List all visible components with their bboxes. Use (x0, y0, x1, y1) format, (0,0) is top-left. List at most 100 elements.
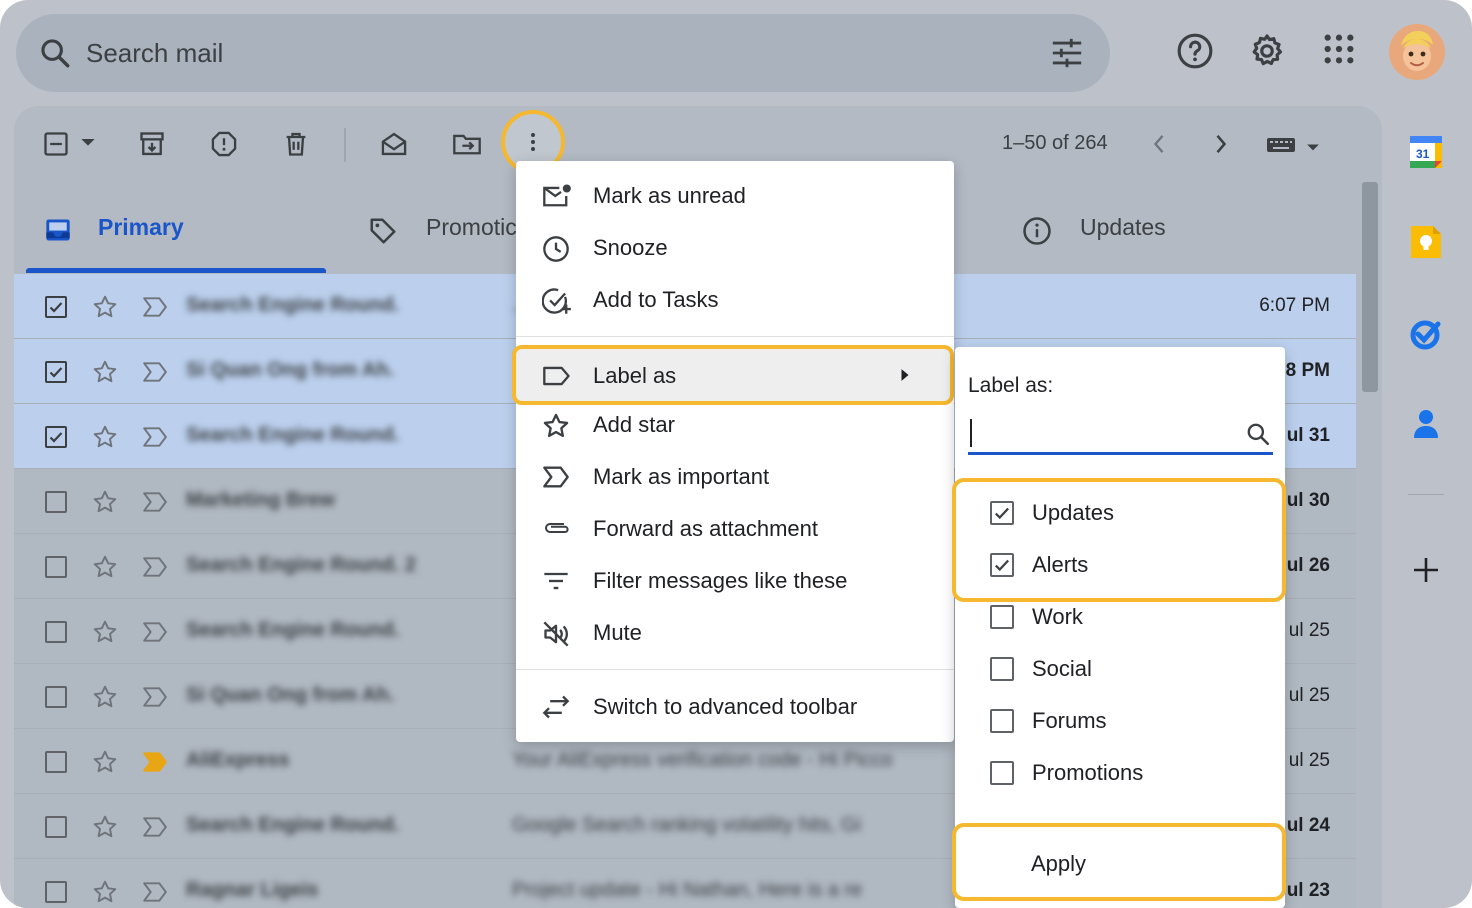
star-icon[interactable] (92, 359, 118, 390)
select-all-checkbox[interactable] (42, 130, 70, 163)
apply-button[interactable]: Apply (952, 823, 1286, 901)
search-icon[interactable] (1245, 421, 1271, 452)
row-checkbox[interactable] (45, 686, 67, 708)
email-date: ul 26 (1286, 555, 1330, 576)
input-tools-dropdown-icon[interactable] (1306, 140, 1320, 158)
move-to-icon[interactable] (452, 130, 482, 163)
label-checkbox[interactable] (990, 605, 1014, 629)
row-checkbox[interactable] (45, 361, 67, 383)
scrollbar-thumb[interactable] (1362, 182, 1378, 392)
important-marker-icon[interactable] (142, 361, 168, 388)
account-avatar[interactable] (1389, 24, 1445, 85)
tab-primary[interactable]: Primary (26, 190, 326, 274)
star-icon[interactable] (92, 294, 118, 325)
contacts-icon[interactable] (1408, 406, 1444, 447)
label-option-promotions[interactable]: Promotions (955, 747, 1285, 799)
tab-updates-label: Updates (1080, 214, 1166, 240)
email-date: 6:07 PM (1259, 295, 1330, 316)
menu-item-add-star[interactable]: Add star (516, 399, 954, 451)
row-checkbox[interactable] (45, 426, 67, 448)
filter-icon (542, 568, 570, 599)
search-bar[interactable]: Search mail (16, 14, 1110, 92)
mark-as-read-icon[interactable] (380, 130, 408, 163)
menu-item-label: Add to Tasks (593, 287, 719, 312)
row-checkbox[interactable] (45, 296, 67, 318)
menu-item-switch-to-advanced-toolbar[interactable]: Switch to advanced toolbar (516, 681, 954, 733)
important-marker-icon[interactable] (142, 686, 168, 713)
help-icon[interactable] (1176, 32, 1214, 75)
email-sender: Si Quan Ong from Ah. (186, 684, 395, 706)
add-icon[interactable] (1408, 552, 1444, 593)
tab-promotions[interactable]: Promotic (354, 190, 517, 274)
keep-icon[interactable] (1408, 224, 1444, 265)
search-icon[interactable] (38, 36, 72, 75)
important-marker-icon[interactable] (142, 881, 168, 908)
tab-updates[interactable]: Updates (1010, 190, 1230, 274)
star-icon[interactable] (92, 424, 118, 455)
email-sender: Ragnar Ligeis (186, 879, 319, 901)
label-search-field[interactable] (968, 413, 1273, 455)
row-checkbox[interactable] (45, 491, 67, 513)
email-snippet: Project update - Hi Nathan, Here is a re (512, 879, 863, 901)
apps-grid-icon[interactable] (1322, 32, 1356, 71)
email-sender: Search Engine Round. (186, 814, 400, 836)
menu-item-filter-messages[interactable]: Filter messages like these (516, 555, 954, 607)
row-checkbox[interactable] (45, 751, 67, 773)
important-marker-icon[interactable] (142, 816, 168, 843)
menu-item-mark-as-important[interactable]: Mark as important (516, 451, 954, 503)
mute-icon (542, 620, 570, 653)
important-marker-icon[interactable] (142, 621, 168, 648)
row-checkbox[interactable] (45, 881, 67, 903)
row-checkbox[interactable] (45, 556, 67, 578)
menu-item-snooze[interactable]: Snooze (516, 222, 954, 274)
label-checkbox[interactable] (990, 761, 1014, 785)
delete-trash-icon[interactable] (282, 130, 310, 163)
important-marker-icon[interactable] (142, 491, 168, 518)
label-option-forums[interactable]: Forums (955, 695, 1285, 747)
menu-item-mark-as-unread[interactable]: Mark as unread (516, 170, 954, 222)
label-option-updates[interactable]: Updates (955, 487, 1285, 539)
search-options-icon[interactable] (1050, 37, 1084, 74)
menu-item-label: Add star (593, 412, 675, 437)
star-icon[interactable] (92, 749, 118, 780)
menu-item-add-to-tasks[interactable]: Add to Tasks (516, 274, 954, 326)
important-marker-icon[interactable] (142, 751, 168, 778)
label-checkbox[interactable] (990, 657, 1014, 681)
star-icon[interactable] (92, 879, 118, 908)
menu-item-mute[interactable]: Mute (516, 607, 954, 659)
label-checkbox[interactable] (990, 553, 1014, 577)
label-option-alerts[interactable]: Alerts (955, 539, 1285, 591)
archive-icon[interactable] (138, 130, 166, 163)
label-option-work[interactable]: Work (955, 591, 1285, 643)
older-chevron-right-icon[interactable] (1210, 130, 1232, 163)
select-dropdown-icon[interactable] (80, 136, 96, 154)
calendar-icon[interactable]: 31 (1408, 134, 1444, 175)
label-search-input[interactable] (968, 413, 1218, 453)
label-checkbox[interactable] (990, 501, 1014, 525)
settings-gear-icon[interactable] (1248, 32, 1286, 75)
pagination-count: 1–50 of 264 (1002, 132, 1108, 154)
important-marker-icon[interactable] (142, 556, 168, 583)
star-icon[interactable] (92, 814, 118, 845)
star-icon[interactable] (92, 554, 118, 585)
important-marker-icon[interactable] (142, 426, 168, 453)
mark-unread-icon (542, 183, 572, 214)
star-icon[interactable] (92, 684, 118, 715)
label-checkbox[interactable] (990, 709, 1014, 733)
important-marker-icon[interactable] (142, 296, 168, 323)
search-input[interactable]: Search mail (86, 38, 223, 69)
tasks-icon[interactable] (1408, 316, 1444, 357)
swap-arrows-icon (542, 694, 570, 725)
report-spam-icon[interactable] (210, 130, 238, 163)
row-checkbox[interactable] (45, 816, 67, 838)
label-as-submenu: Label as: Updates Alerts Work Social Forums P… (952, 347, 1286, 908)
row-checkbox[interactable] (45, 621, 67, 643)
star-icon[interactable] (92, 619, 118, 650)
more-options-menu: Mark as unread Snooze Add to Tasks Label… (512, 161, 954, 742)
keyboard-input-icon[interactable] (1266, 136, 1296, 159)
star-icon[interactable] (92, 489, 118, 520)
menu-item-forward-as-attachment[interactable]: Forward as attachment (516, 503, 954, 555)
label-option-social[interactable]: Social (955, 643, 1285, 695)
newer-chevron-left-icon[interactable] (1148, 130, 1170, 163)
menu-item-label-as[interactable]: Label as (512, 345, 954, 405)
